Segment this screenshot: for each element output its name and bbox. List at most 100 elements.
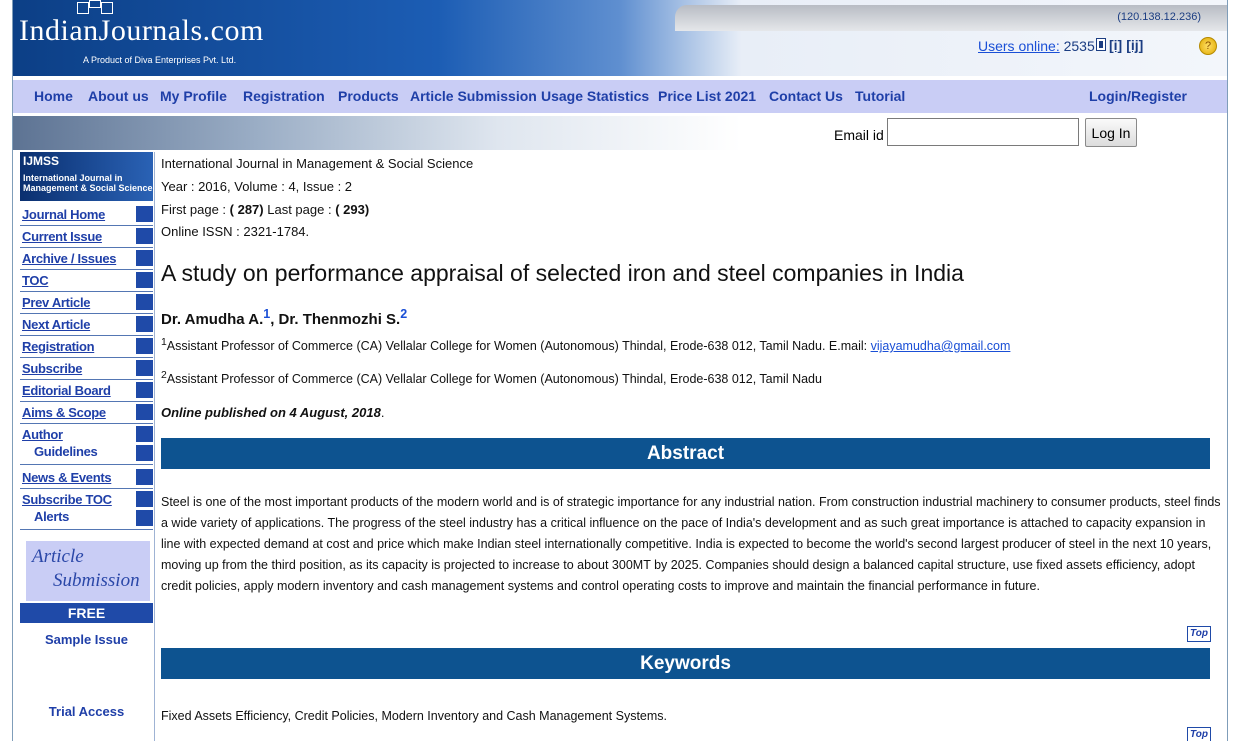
users-online-link[interactable]: Users online:	[978, 38, 1060, 54]
first-page-value: ( 287)	[229, 202, 264, 217]
nav-tutorial[interactable]: Tutorial	[855, 88, 905, 104]
email-label: Email id	[834, 127, 884, 143]
site-header: IndianJournals.com A Product of Diva Ent…	[13, 0, 1227, 76]
top-link[interactable]: Top	[1187, 727, 1211, 741]
nav-my-profile[interactable]: My Profile	[160, 88, 227, 104]
square-icon	[136, 316, 153, 332]
journal-name-line-1: International Journal in	[23, 173, 123, 183]
sidebar-item-subscribe-toc-alerts[interactable]: Subscribe TOC Alerts	[20, 489, 153, 530]
square-icon	[136, 445, 153, 461]
sidebar-item-journal-home[interactable]: Journal Home	[20, 204, 153, 226]
browser-page: IndianJournals.com A Product of Diva Ent…	[12, 0, 1228, 741]
author-email-link[interactable]: vijayamudha@gmail.com	[871, 339, 1011, 353]
issn-icons: [i] [ij]	[1096, 37, 1147, 53]
last-page-label: Last page :	[267, 202, 332, 217]
nav-article-submission[interactable]: Article Submission	[410, 88, 537, 104]
square-icon	[136, 294, 153, 310]
journal-name: International Journal in Management & So…	[23, 173, 153, 193]
sidebar-item-archive-issues[interactable]: Archive / Issues	[20, 248, 153, 270]
sidebar-item-label: News & Events	[22, 470, 112, 485]
nav-about-us[interactable]: About us	[88, 88, 149, 104]
ip-address: (120.138.12.236)	[1117, 11, 1201, 23]
trial-access-link[interactable]: Trial Access	[20, 704, 153, 719]
issn-link-i[interactable]: [i]	[1109, 37, 1122, 53]
sidebar-item-next-article[interactable]: Next Article	[20, 314, 153, 336]
sidebar-item-news-events[interactable]: News & Events	[20, 467, 153, 489]
main-nav: Home About us My Profile Registration Pr…	[13, 80, 1227, 113]
issn-link-ij[interactable]: [ij]	[1126, 37, 1143, 53]
square-icon	[136, 426, 153, 442]
users-online-count: 2535	[1063, 38, 1095, 54]
affiliation-1: 1Assistant Professor of Commerce (CA) Ve…	[161, 337, 1010, 353]
sidebar-item-label: Aims & Scope	[22, 405, 106, 420]
free-badge: FREE	[20, 603, 153, 623]
journal-code: IJMSS	[23, 154, 60, 168]
abstract-text: Steel is one of the most important produ…	[161, 495, 1221, 593]
nav-usage-statistics[interactable]: Usage Statistics	[541, 88, 649, 104]
sidebar-item-author-guidelines[interactable]: Author Guidelines	[20, 424, 153, 465]
year-volume-issue: Year : 2016, Volume : 4, Issue : 2	[161, 179, 353, 194]
article-submission-banner[interactable]: Article Submission	[26, 541, 150, 601]
page-range: First page : ( 287) Last page : ( 293)	[161, 202, 369, 217]
sidebar-item-label: Author	[22, 427, 63, 442]
sidebar-item-subscribe[interactable]: Subscribe	[20, 358, 153, 380]
published-date-text: Online published on 4 August, 2018	[161, 405, 381, 420]
square-icon	[136, 469, 153, 485]
article-title: A study on performance appraisal of sele…	[161, 260, 964, 286]
sidebar-item-label: Subscribe	[22, 361, 83, 376]
last-page-value: ( 293)	[335, 202, 370, 217]
square-icon	[136, 338, 153, 354]
author-affiliation-link[interactable]: 2	[400, 307, 407, 321]
sidebar-item-label: TOC	[22, 273, 49, 288]
square-icon	[136, 360, 153, 376]
first-page-label: First page :	[161, 202, 227, 217]
top-link[interactable]: Top	[1187, 626, 1211, 642]
published-date-period: .	[380, 405, 385, 420]
published-date: Online published on 4 August, 2018.	[161, 405, 384, 420]
author-name: Dr. Amudha A.	[161, 311, 264, 328]
sidebar-item-label: Registration	[22, 339, 95, 354]
online-issn: Online ISSN : 2321-1784.	[161, 224, 310, 239]
nav-products[interactable]: Products	[338, 88, 399, 104]
keywords-heading: Keywords	[161, 648, 1210, 679]
sidebar-item-label: Archive / Issues	[22, 251, 117, 266]
sidebar-item-aims-scope[interactable]: Aims & Scope	[20, 402, 153, 424]
square-icon	[136, 382, 153, 398]
sidebar-item-editorial-board[interactable]: Editorial Board	[20, 380, 153, 402]
sidebar-item-current-issue[interactable]: Current Issue	[20, 226, 153, 248]
author-name: Dr. Thenmozhi S.	[278, 311, 401, 328]
log-in-button[interactable]: Log In	[1085, 118, 1137, 147]
nav-contact-us[interactable]: Contact Us	[769, 88, 843, 104]
square-icon	[136, 228, 153, 244]
sample-issue-link[interactable]: Sample Issue	[20, 632, 153, 647]
square-icon[interactable]	[1096, 38, 1106, 51]
nav-home[interactable]: Home	[34, 88, 73, 104]
affiliation-2: 2Assistant Professor of Commerce (CA) Ve…	[161, 370, 822, 386]
sidebar-item-toc[interactable]: TOC	[20, 270, 153, 292]
article-submission-line-2: Submission	[53, 570, 140, 591]
nav-registration[interactable]: Registration	[243, 88, 325, 104]
journal-banner[interactable]: IJMSS International Journal in Managemen…	[20, 152, 153, 201]
article-submission-line-1: Article	[32, 546, 84, 567]
site-logo[interactable]: IndianJournals.com	[19, 14, 264, 48]
logo-mark-icon	[77, 0, 117, 14]
square-icon	[136, 206, 153, 222]
nav-price-list[interactable]: Price List 2021	[658, 88, 756, 104]
affiliation-text: Assistant Professor of Commerce (CA) Vel…	[166, 339, 871, 354]
nav-login-register[interactable]: Login/Register	[1089, 88, 1187, 104]
sidebar-item-label: Next Article	[22, 317, 91, 332]
users-online: Users online: 2535	[978, 38, 1095, 54]
sidebar-item-registration[interactable]: Registration	[20, 336, 153, 358]
sidebar-item-label: Subscribe TOC	[22, 492, 112, 507]
sidebar-item-prev-article[interactable]: Prev Article	[20, 292, 153, 314]
email-input[interactable]	[887, 118, 1079, 146]
sidebar-item-label: Current Issue	[22, 229, 102, 244]
sidebar-item-label: Journal Home	[22, 207, 106, 222]
square-icon	[136, 250, 153, 266]
sidebar-item-label: Editorial Board	[22, 383, 111, 398]
square-icon	[136, 404, 153, 420]
help-icon[interactable]: ?	[1199, 37, 1217, 55]
keywords-text: Fixed Assets Efficiency, Credit Policies…	[161, 709, 668, 723]
journal-title: International Journal in Management & So…	[161, 156, 474, 171]
square-icon	[136, 272, 153, 288]
